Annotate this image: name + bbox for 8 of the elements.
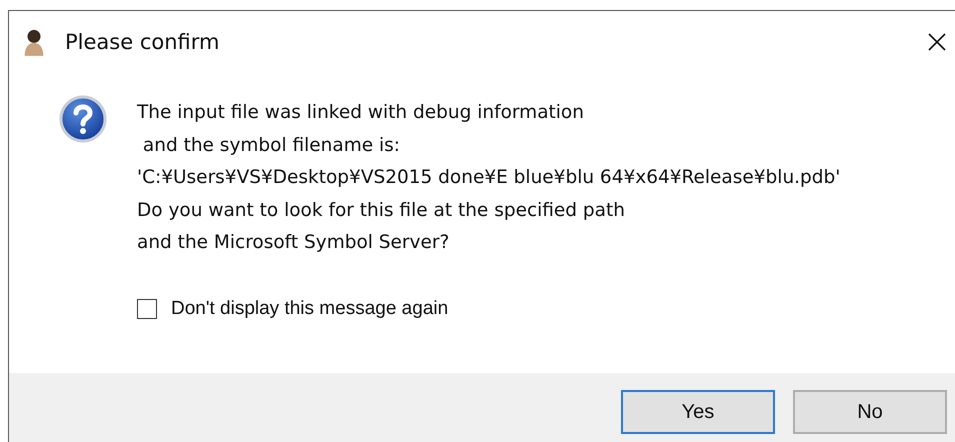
message-text: The input file was linked with debug information and the symbol filename is: 'C:¥Users¥VS¥Desktop¥VS2015 done¥E blue¥blu 64¥x64¥Release¥blu.pdb' Do you want to look for this file at the specified path and the Microsoft Symbol Server? <box>137 101 840 255</box>
dialog-button[interactable]: Yes <box>621 390 775 434</box>
question-icon <box>59 95 107 143</box>
window-title: Please confirm <box>65 30 220 54</box>
dont-show-checkbox[interactable]: Don't display this message again <box>137 298 840 320</box>
dialog-button[interactable]: No <box>793 390 947 434</box>
close-icon <box>927 32 947 52</box>
checkbox[interactable] <box>137 298 157 318</box>
